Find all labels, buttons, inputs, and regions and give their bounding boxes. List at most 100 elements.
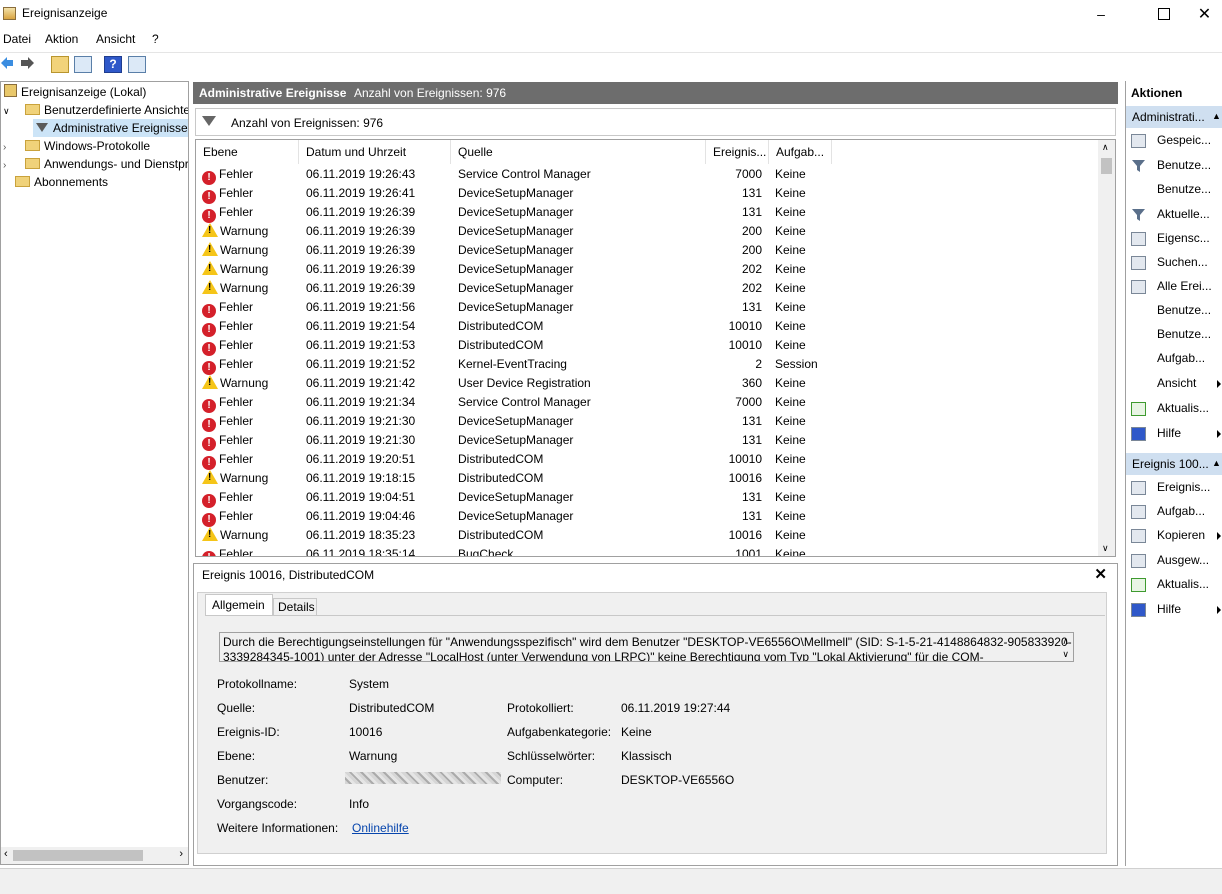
scrollbar-thumb[interactable] <box>13 850 143 861</box>
event-description[interactable]: Durch die Berechtigungseinstellungen für… <box>219 632 1074 662</box>
table-row[interactable]: ! Fehler 06.11.2019 19:21:56 DeviceSetupMan… <box>196 298 1099 318</box>
column-source[interactable]: Quelle <box>451 140 706 164</box>
collapse-up-icon[interactable]: ▲ <box>1212 458 1221 468</box>
actions-section-admin[interactable]: Administrati... <box>1126 106 1222 128</box>
help-icon[interactable]: ? <box>104 56 122 73</box>
action-item[interactable]: Benutze... <box>1157 182 1211 196</box>
cell-date: 06.11.2019 19:21:56 <box>306 300 416 314</box>
action-item[interactable]: Ausgew... <box>1157 553 1209 567</box>
close-window-button[interactable]: ✕ <box>1187 0 1222 28</box>
table-row[interactable]: ! Fehler 06.11.2019 19:26:39 DeviceSetupMan… <box>196 203 1099 223</box>
action-item[interactable]: Aufgab... <box>1157 351 1205 365</box>
show-hide-tree-icon[interactable] <box>74 56 92 73</box>
action-item[interactable]: Aktuelle... <box>1157 207 1210 221</box>
table-row[interactable]: ! Warnung 06.11.2019 19:26:39 DeviceSetupMa… <box>196 260 1099 279</box>
tree-item-custom-views[interactable]: ∨ Benutzerdefinierte Ansichten <box>3 101 188 120</box>
show-action-pane-icon[interactable] <box>128 56 146 73</box>
tree-item-app-service-logs[interactable]: › Anwendungs- und Dienstprotokolle <box>3 155 188 175</box>
action-item[interactable]: Benutze... <box>1157 158 1211 172</box>
action-item[interactable]: Aktualis... <box>1157 577 1209 591</box>
cell-date: 06.11.2019 19:21:42 <box>306 376 416 390</box>
menu-aktion[interactable]: Aktion <box>45 32 78 46</box>
forward-arrow-icon[interactable] <box>19 56 35 70</box>
action-item[interactable]: Ansicht <box>1157 376 1196 390</box>
tree-root[interactable]: Ereignisanzeige (Lokal) <box>4 83 146 101</box>
table-row[interactable]: ! Fehler 06.11.2019 19:21:34 Service Contro… <box>196 393 1099 413</box>
column-task[interactable]: Aufgab... <box>769 140 832 164</box>
chevron-down-icon[interactable]: ∨ <box>3 102 13 120</box>
table-row[interactable]: ! Warnung 06.11.2019 19:26:39 DeviceSetupMa… <box>196 222 1099 241</box>
column-event-id[interactable]: Ereignis... <box>706 140 769 164</box>
tree-item-admin-events[interactable]: Administrative Ereignisse <box>33 119 188 137</box>
cell-source: DistributedCOM <box>458 452 544 466</box>
tree-horizontal-scrollbar[interactable]: ‹ › <box>1 847 188 864</box>
detail-title: Ereignis 10016, DistributedCOM <box>202 568 375 582</box>
close-detail-icon[interactable]: ✕ <box>1094 565 1107 583</box>
action-item[interactable]: Benutze... <box>1157 327 1211 341</box>
scroll-down-icon[interactable]: ∨ <box>1102 543 1109 554</box>
up-folder-icon[interactable] <box>51 56 69 73</box>
column-date[interactable]: Datum und Uhrzeit <box>299 140 451 164</box>
cell-source: DeviceSetupManager <box>458 509 574 523</box>
action-item[interactable]: Aktualis... <box>1157 401 1209 415</box>
cell-source: BugCheck <box>458 547 514 557</box>
table-row[interactable]: ! Warnung 06.11.2019 19:26:39 DeviceSetupMa… <box>196 279 1099 298</box>
table-row[interactable]: ! Fehler 06.11.2019 19:26:41 DeviceSetupMan… <box>196 184 1099 204</box>
table-row[interactable]: ! Fehler 06.11.2019 19:26:43 Service Contro… <box>196 165 1099 185</box>
cell-date: 06.11.2019 18:35:14 <box>306 547 416 557</box>
action-item[interactable]: Kopieren <box>1157 528 1205 542</box>
scroll-right-icon[interactable]: › <box>179 848 183 860</box>
maximize-button[interactable] <box>1141 0 1187 28</box>
table-row[interactable]: ! Fehler 06.11.2019 19:21:52 Kernel-EventTr… <box>196 355 1099 375</box>
scroll-down-icon[interactable]: ∨ <box>1062 647 1069 661</box>
action-item[interactable]: Aufgab... <box>1157 504 1205 518</box>
cell-task: Keine <box>775 281 806 295</box>
table-row[interactable]: ! Fehler 06.11.2019 19:20:51 DistributedCOM… <box>196 450 1099 470</box>
table-row[interactable]: ! Warnung 06.11.2019 19:21:42 User Device R… <box>196 374 1099 393</box>
table-row[interactable]: ! Fehler 06.11.2019 19:21:53 DistributedCOM… <box>196 336 1099 356</box>
action-item[interactable]: Eigensc... <box>1157 231 1210 245</box>
minimize-button[interactable]: – <box>1078 0 1124 28</box>
table-row[interactable]: ! Fehler 06.11.2019 19:21:54 DistributedCOM… <box>196 317 1099 337</box>
online-help-link[interactable]: Onlinehilfe <box>352 821 409 835</box>
action-item[interactable]: Suchen... <box>1157 255 1208 269</box>
collapse-up-icon[interactable]: ▲ <box>1212 111 1221 121</box>
action-item[interactable]: Benutze... <box>1157 303 1211 317</box>
action-item[interactable]: Gespeic... <box>1157 133 1211 147</box>
table-row[interactable]: ! Warnung 06.11.2019 19:18:15 DistributedCO… <box>196 469 1099 488</box>
actions-section-event[interactable]: Ereignis 100... <box>1126 453 1222 475</box>
action-item[interactable]: Hilfe <box>1157 426 1181 440</box>
table-row[interactable]: ! Fehler 06.11.2019 19:21:30 DeviceSetupMan… <box>196 431 1099 451</box>
scroll-up-icon[interactable]: ∧ <box>1102 142 1109 153</box>
scrollbar-thumb[interactable] <box>1101 158 1112 174</box>
menu-datei[interactable]: Datei <box>3 32 31 46</box>
chevron-right-icon[interactable]: › <box>3 157 13 175</box>
table-row[interactable]: ! Fehler 06.11.2019 19:04:51 DeviceSetupMan… <box>196 488 1099 508</box>
warning-icon: ! <box>202 470 218 484</box>
save-icon <box>1131 554 1146 568</box>
table-row[interactable]: ! Fehler 06.11.2019 19:04:46 DeviceSetupMan… <box>196 507 1099 527</box>
back-arrow-icon[interactable] <box>0 56 14 70</box>
table-row[interactable]: ! Fehler 06.11.2019 19:21:30 DeviceSetupMan… <box>196 412 1099 432</box>
table-row[interactable]: !Fehler 06.11.2019 18:35:14 BugCheck 1001 Ke… <box>196 545 1099 557</box>
cell-level: !Fehler <box>202 450 253 470</box>
action-item[interactable]: Alle Erei... <box>1157 279 1212 293</box>
tab-general[interactable]: Allgemein <box>205 594 273 616</box>
submenu-arrow-icon <box>1217 532 1221 540</box>
menu-help[interactable]: ? <box>152 32 159 46</box>
action-item[interactable]: Ereignis... <box>1157 480 1210 494</box>
tab-details[interactable]: Details <box>273 598 317 616</box>
cell-event-id: 202 <box>741 262 762 276</box>
tree-item-windows-logs[interactable]: › Windows-Protokolle <box>3 137 150 155</box>
action-item[interactable]: Hilfe <box>1157 602 1181 616</box>
table-row[interactable]: ! Warnung 06.11.2019 18:35:23 DistributedCO… <box>196 526 1099 545</box>
scroll-left-icon[interactable]: ‹ <box>4 848 8 860</box>
cell-level: !Fehler <box>202 165 253 185</box>
cell-event-id: 131 <box>741 433 762 447</box>
column-level[interactable]: Ebene <box>196 140 299 164</box>
tree-item-subscriptions[interactable]: Abonnements <box>15 173 108 191</box>
event-list-vertical-scrollbar[interactable]: ∧ ∨ <box>1098 140 1115 556</box>
menu-ansicht[interactable]: Ansicht <box>96 32 135 46</box>
value-event-id: 10016 <box>349 725 383 739</box>
table-row[interactable]: ! Warnung 06.11.2019 19:26:39 DeviceSetupMa… <box>196 241 1099 260</box>
